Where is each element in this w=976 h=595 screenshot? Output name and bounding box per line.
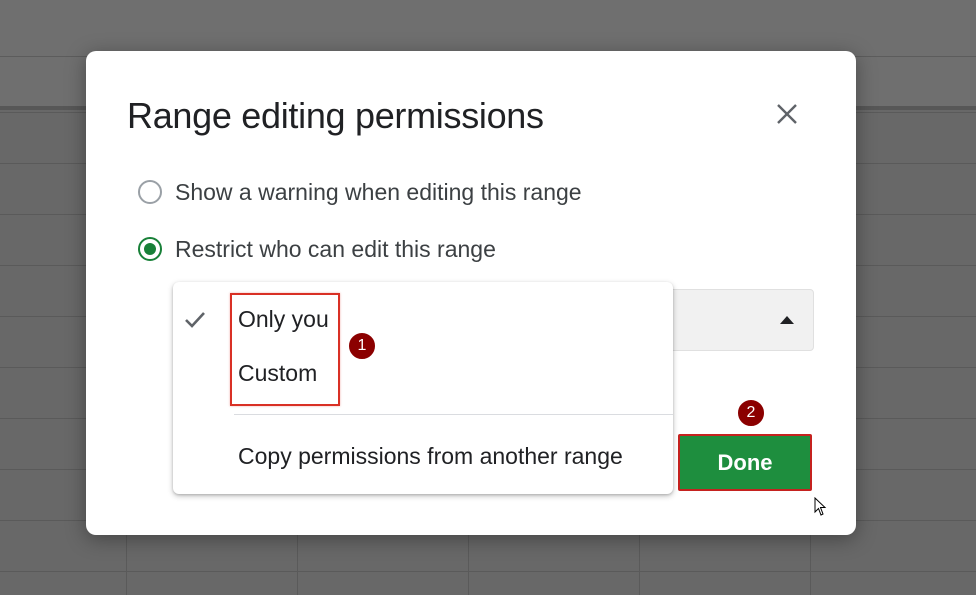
close-button[interactable] [772,99,802,129]
mouse-pointer-icon [814,497,827,516]
annotation-badge-2: 2 [737,399,765,427]
menu-item-copy-permissions[interactable]: Copy permissions from another range [238,443,623,470]
close-icon [777,104,797,124]
option-show-warning[interactable]: Show a warning when editing this range [138,178,582,206]
radio-restrict-edit[interactable] [138,237,162,261]
option-show-warning-label: Show a warning when editing this range [175,178,582,205]
annotation-badge-1: 1 [348,332,376,360]
dialog-title: Range editing permissions [127,95,544,136]
caret-up-icon [780,316,794,324]
menu-divider [234,414,673,415]
option-restrict-edit[interactable]: Restrict who can edit this range [138,235,496,263]
check-icon [185,312,205,328]
option-restrict-edit-label: Restrict who can edit this range [175,235,496,262]
annotation-highlight-box [230,293,340,406]
done-button[interactable]: Done [678,434,812,491]
radio-show-warning[interactable] [138,180,162,204]
